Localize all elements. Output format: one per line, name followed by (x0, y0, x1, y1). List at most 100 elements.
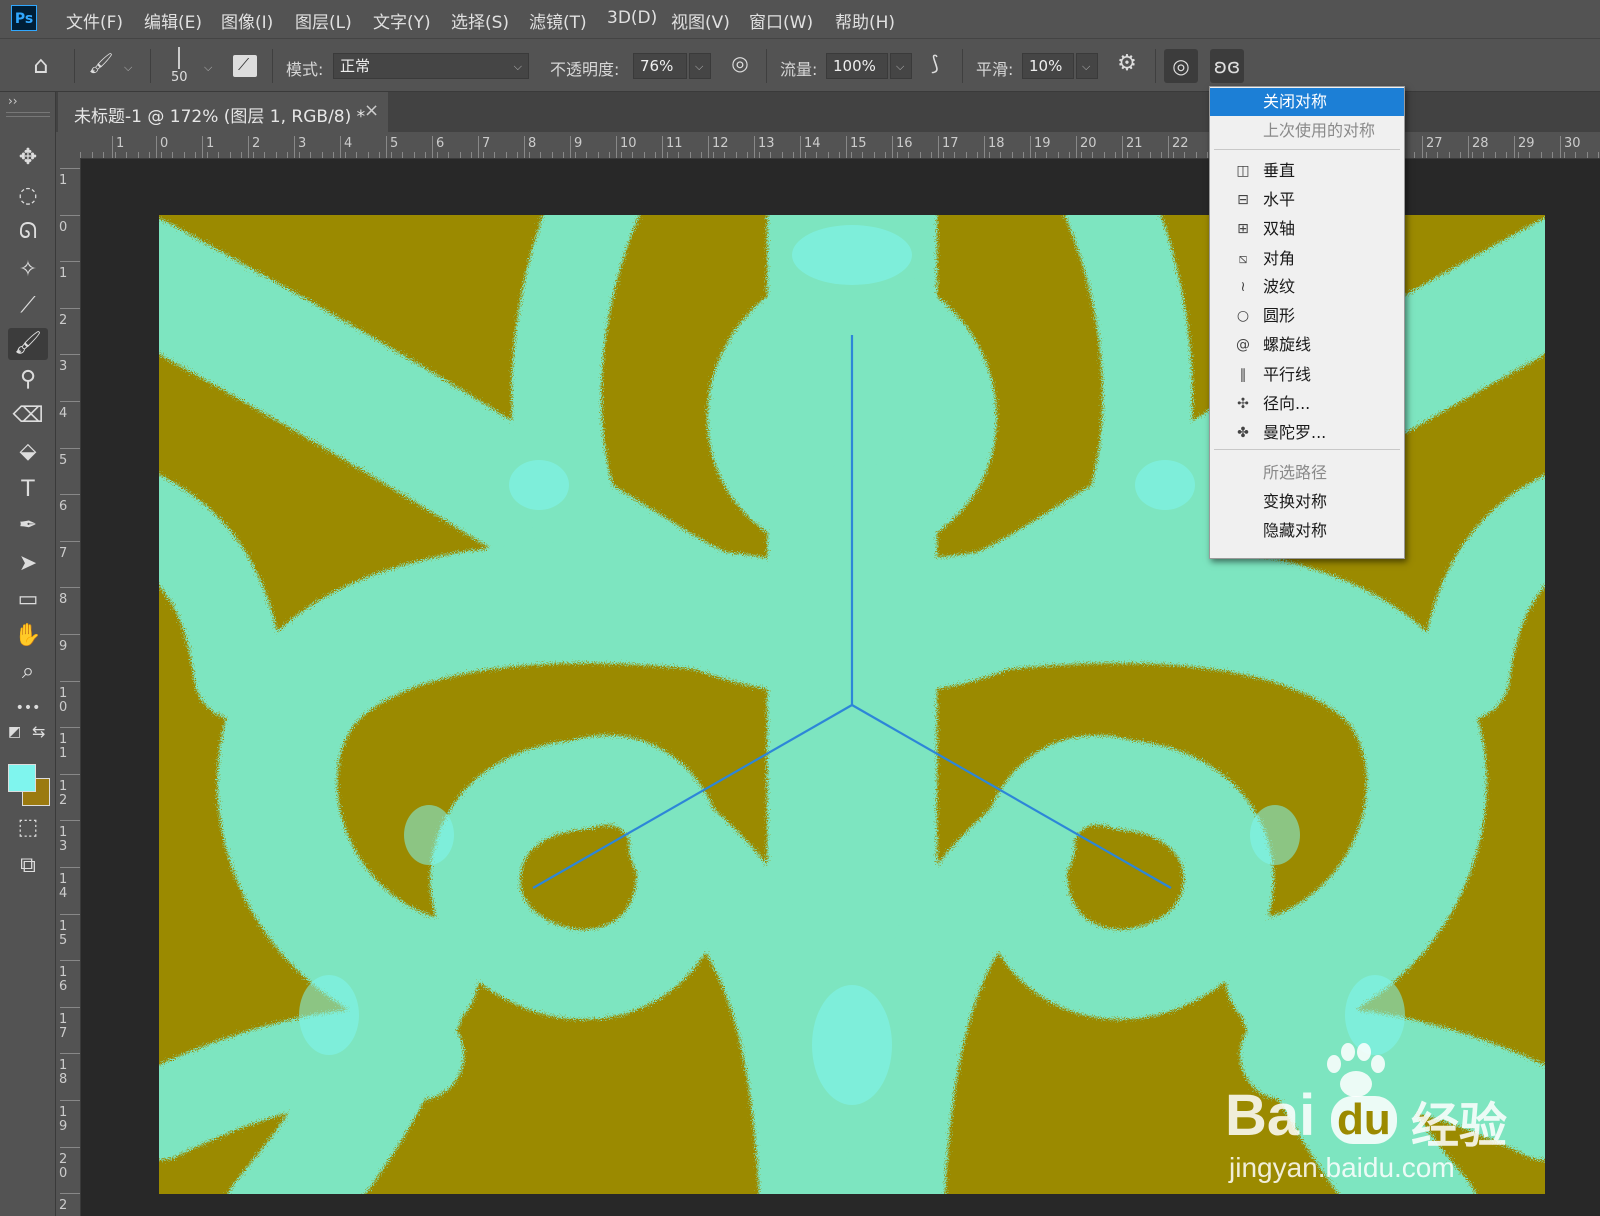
menu-separator (1214, 449, 1400, 450)
pressure-opacity-icon[interactable]: ◎ (726, 51, 754, 75)
airbrush-icon[interactable]: ⟆ (920, 51, 950, 75)
brush-settings-panel-icon[interactable]: ⟋ (233, 55, 257, 77)
zoom-tool-icon[interactable]: ⌕ (8, 656, 48, 688)
symmetry-menu-item[interactable]: ✤ 曼陀罗... (1210, 419, 1404, 447)
symmetry-menu-item[interactable]: ⊞ 双轴 (1210, 215, 1404, 243)
ruler-major-tick (386, 136, 387, 158)
ruler-major-tick (60, 494, 80, 496)
ruler-minor-tick (988, 152, 990, 158)
ruler-minor-tick (1207, 152, 1208, 158)
ruler-minor-tick (1115, 152, 1116, 158)
symmetry-menu-item[interactable]: 隐藏对称 (1210, 517, 1404, 545)
ruler-label: 15 (850, 136, 867, 151)
ruler-label: 7 (59, 545, 68, 561)
brush-preset-chevron-down-icon[interactable]: ⌵ (124, 61, 132, 75)
ruler-label: 10 (620, 136, 637, 151)
pen-tool-icon[interactable]: ✒ (8, 510, 48, 542)
mode-select[interactable]: 正常 ⌵ (333, 53, 529, 79)
stamp-tool-icon[interactable]: ⚲ (8, 364, 48, 396)
symmetry-menu-item[interactable]: 关闭对称 (1210, 88, 1404, 116)
symmetry-menu-item-label: 曼陀罗... (1263, 423, 1327, 442)
menu-view[interactable]: 视图(V) (671, 8, 730, 33)
ruler-minor-tick (1575, 152, 1576, 158)
ruler-minor-tick (540, 152, 541, 158)
path-select-tool-icon[interactable]: ➤ (8, 548, 48, 580)
symmetry-menu-item[interactable]: @ 螺旋线 (1210, 331, 1404, 359)
ruler-major-tick (570, 136, 571, 158)
flow-label: 流量: (780, 60, 818, 79)
screen-mode-icon[interactable]: ⧉ (8, 850, 48, 882)
quick-mask-icon[interactable]: ⬚ (8, 812, 48, 844)
ruler-label: 10 (59, 685, 68, 715)
smoothing-input[interactable]: 10% (1022, 53, 1074, 79)
symmetry-menu-item[interactable]: ≀ 波纹 (1210, 273, 1404, 301)
panel-collapse-icon[interactable]: ›› (8, 94, 18, 108)
flow-chevron-down-icon[interactable]: ⌵ (890, 53, 912, 79)
menu-image[interactable]: 图像(I) (221, 8, 273, 33)
opacity-input[interactable]: 76% (633, 53, 687, 79)
symmetry-menu-item[interactable]: ○ 圆形 (1210, 302, 1404, 330)
ruler-label: 30 (1564, 136, 1581, 151)
document-tab[interactable]: 未标题-1 @ 172% (图层 1, RGB/8) * × (58, 92, 388, 132)
brush-preset-icon[interactable]: 🖌 (88, 51, 114, 75)
more-tools-icon[interactable]: ••• (8, 692, 48, 724)
home-icon[interactable]: ⌂ (26, 51, 56, 79)
menu-separator (1214, 149, 1400, 150)
magic-wand-tool-icon[interactable]: ✧ (8, 254, 48, 286)
toolbar-grip[interactable] (6, 112, 50, 117)
symmetry-menu-item[interactable]: ◫ 垂直 (1210, 157, 1404, 185)
symmetry-menu-item[interactable]: ✣ 径向... (1210, 390, 1404, 418)
vertical-ruler[interactable]: 1 0 1 2 3 4 5 6 7 8 9 10 11 12 13 14 15 16 17 18 19 20 2 (56, 158, 81, 1216)
close-icon[interactable]: × (364, 100, 379, 121)
ruler-label: 16 (896, 136, 913, 151)
swap-colors-icon[interactable]: ⇆ (32, 722, 45, 741)
hand-tool-icon[interactable]: ✋ (8, 620, 48, 652)
menu-select[interactable]: 选择(S) (451, 8, 509, 33)
ruler-label: 8 (528, 136, 537, 151)
opacity-chevron-down-icon[interactable]: ⌵ (689, 53, 711, 79)
ruler-label: 17 (59, 1011, 68, 1041)
eraser-tool-icon[interactable]: ⌫ (8, 400, 48, 432)
menu-edit[interactable]: 编辑(E) (144, 8, 202, 33)
pressure-size-icon[interactable]: ◎ (1164, 49, 1198, 83)
paint-bucket-tool-icon[interactable]: ⬙ (8, 436, 48, 468)
butterfly-symmetry-icon[interactable]: ʚɞ (1210, 49, 1244, 83)
menu-help[interactable]: 帮助(H) (835, 8, 895, 33)
ruler-label: 28 (1472, 136, 1489, 151)
ruler-minor-tick (1161, 152, 1162, 158)
symmetry-menu-item[interactable]: ∥ 平行线 (1210, 361, 1404, 389)
symmetry-menu-item[interactable]: 变换对称 (1210, 488, 1404, 516)
flow-input[interactable]: 100% (826, 53, 888, 79)
default-colors-icon[interactable]: ◩ (8, 724, 21, 740)
smoothing-chevron-down-icon[interactable]: ⌵ (1076, 53, 1098, 79)
gear-icon[interactable]: ⚙ (1112, 51, 1142, 76)
foreground-color-swatch[interactable] (8, 764, 36, 792)
brush-size-preview[interactable] (178, 47, 180, 69)
lasso-tool-icon[interactable]: ᘏ (8, 216, 48, 248)
rectangle-tool-icon[interactable]: ▭ (8, 584, 48, 616)
menu-filter[interactable]: 滤镜(T) (529, 8, 587, 33)
ruler-minor-tick (1448, 152, 1450, 158)
ellipse-marquee-tool-icon[interactable]: ◌ (8, 180, 48, 212)
eyedropper-tool-icon[interactable]: ⟋ (8, 290, 48, 322)
menu-window[interactable]: 窗口(W) (749, 8, 813, 33)
ruler-label: 1 (59, 266, 68, 282)
menu-file[interactable]: 文件(F) (66, 8, 123, 33)
menu-type[interactable]: 文字(Y) (373, 8, 431, 33)
ruler-minor-tick (1080, 152, 1082, 158)
ruler-minor-tick (436, 152, 438, 158)
symmetry-options-menu: 关闭对称 上次使用的对称 ◫ 垂直 ⊟ 水平 ⊞ 双轴 ⧅ 对角 ≀ 波纹 ○ 圆形 @ 螺旋线 ∥ 平行线 ✣ 径向… (1209, 86, 1405, 559)
type-tool-icon[interactable]: T (8, 474, 48, 506)
menu-layer[interactable]: 图层(L) (295, 8, 352, 33)
brush-tool-icon[interactable]: 🖌 (8, 328, 48, 360)
menu-3d[interactable]: 3D(D) (607, 8, 657, 28)
symmetry-menu-item[interactable]: ⊟ 水平 (1210, 186, 1404, 214)
move-tool-icon[interactable]: ✥ (8, 142, 48, 174)
ruler-minor-tick (1437, 152, 1438, 158)
brush-size-chevron-down-icon[interactable]: ⌵ (204, 61, 212, 75)
ruler-major-tick (984, 136, 985, 158)
smoothing-label: 平滑: (976, 60, 1014, 79)
symmetry-menu-item[interactable]: ⧅ 对角 (1210, 245, 1404, 273)
ruler-minor-tick (1425, 152, 1427, 158)
ruler-minor-tick (149, 152, 150, 158)
